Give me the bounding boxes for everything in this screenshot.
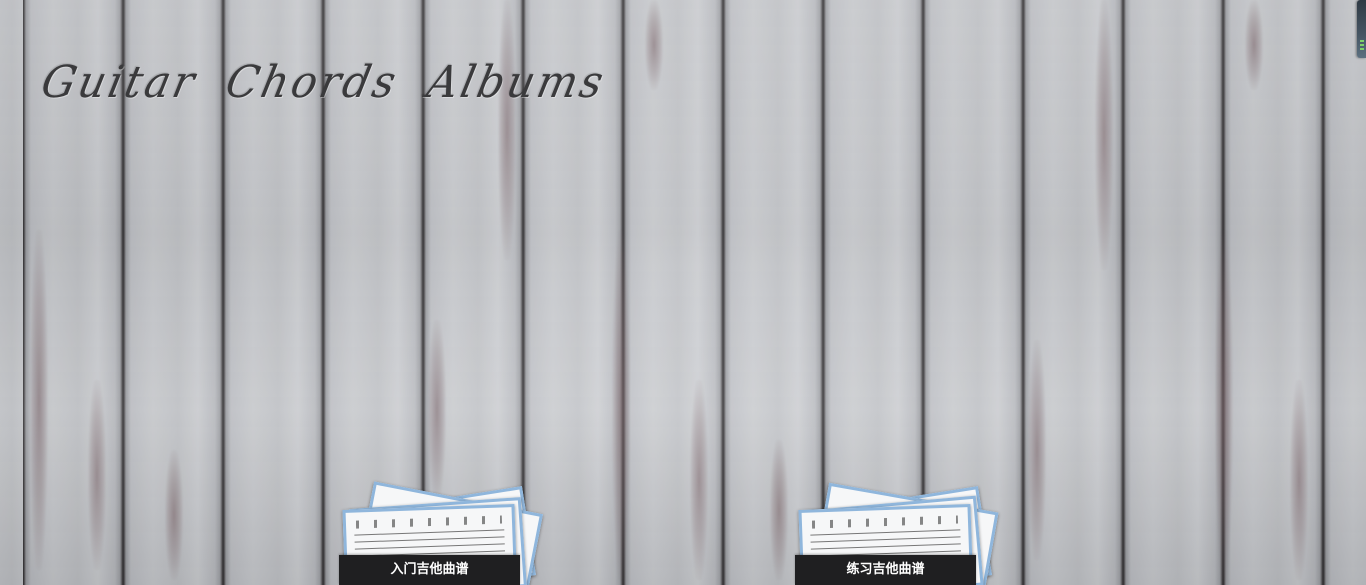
album-beginner-guitar-tabs[interactable]: 入门吉他曲谱 <box>336 481 546 585</box>
wood-stain <box>1095 0 1113 270</box>
indicator-bar <box>1360 48 1364 50</box>
page-title: Guitar Chords Albums <box>37 56 611 108</box>
wood-stain <box>165 450 183 580</box>
indicator-bar <box>1360 40 1364 42</box>
wood-stain <box>690 380 708 580</box>
album-caption: 练习吉他曲谱 <box>795 555 976 585</box>
sheet-music-notes <box>355 515 503 529</box>
wood-stain <box>30 230 48 570</box>
wood-stain <box>1028 340 1046 560</box>
sheet-music-staff <box>810 529 961 543</box>
wood-stain <box>645 0 663 90</box>
wood-stain <box>1245 0 1263 90</box>
sheet-music-notes <box>811 515 959 529</box>
wood-stain <box>428 320 446 500</box>
wood-stain <box>612 230 630 580</box>
album-practice-guitar-tabs[interactable]: 练习吉他曲谱 <box>792 482 1002 585</box>
wood-stain <box>1290 380 1308 580</box>
indicator-bar <box>1360 44 1364 46</box>
wood-stain <box>498 0 516 260</box>
album-caption: 入门吉他曲谱 <box>339 555 520 585</box>
toolbar-handle-icon[interactable] <box>1357 0 1366 58</box>
wood-stain <box>88 380 106 570</box>
wood-stain <box>1215 230 1233 580</box>
wood-stain <box>770 440 788 580</box>
sheet-music-staff <box>354 529 505 543</box>
